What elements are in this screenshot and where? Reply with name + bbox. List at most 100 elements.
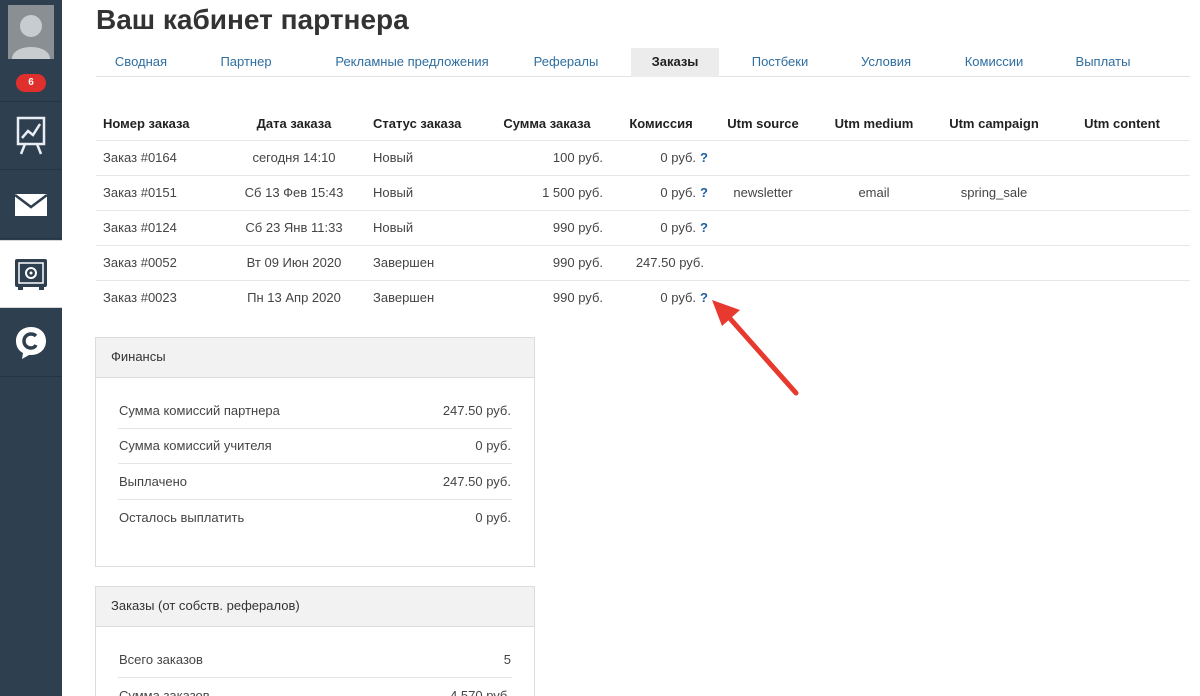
utm-campaign [934,210,1054,246]
tab-orders[interactable]: Заказы [631,48,719,77]
finance-row: Выплачено 247.50 руб. [118,464,512,500]
help-icon[interactable]: ? [700,220,708,235]
table-row: Заказ #0164 сегодня 14:10 Новый 100 руб.… [96,140,1190,176]
commission-value: 0 руб. [660,150,697,165]
order-sum: 990 руб. [484,210,610,246]
order-date: Пн 13 Апр 2020 [247,290,341,306]
order-status: Завершен [366,245,484,281]
order-sum: 990 руб. [552,290,603,306]
table-row: Заказ #0124 Сб 23 Янв 11:33 Новый 990 ру… [96,210,1190,246]
orders-table: Номер заказа Дата заказа Статус заказа С… [96,108,1190,315]
utm-content [1054,245,1190,281]
order-number: Заказ #0164 [96,140,222,176]
utm-content [1054,210,1190,246]
column-header: Utm source [712,108,814,141]
table-row: Заказ #0023 Пн 13 Апр 2020 Завершен 990 … [96,280,1190,315]
commission-value: 0 руб. [660,220,697,235]
sidebar-item-partner[interactable] [0,240,62,308]
annotation-arrow-icon [712,300,799,396]
avatar[interactable] [0,0,62,64]
finance-panel: Финансы Сумма комиссий партнера 247.50 р… [95,337,535,567]
utm-source [712,140,814,176]
row-value: 4 570 руб. [450,687,511,696]
safe-icon [15,259,47,290]
utm-medium [814,140,934,176]
table-header-row: Номер заказа Дата заказа Статус заказа С… [96,108,1190,141]
tab-offers[interactable]: Рекламные предложения [312,48,512,77]
order-commission: 0 руб.? [610,280,712,315]
help-icon[interactable]: ? [700,150,708,165]
notification-badge: 6 [16,73,46,92]
order-date: Вт 09 Июн 2020 [222,245,366,281]
commission-value: 0 руб. [660,290,697,306]
column-header: Номер заказа [96,108,222,141]
referral-row: Сумма заказов 4 570 руб. [118,678,512,696]
order-status: Новый [366,140,484,176]
order-number: Заказ #0151 [96,175,222,211]
referral-orders-panel: Заказы (от собств. рефералов) Всего зака… [95,586,535,696]
mail-icon [14,193,48,216]
table-row: Заказ #0052 Вт 09 Июн 2020 Завершен 990 … [96,245,1190,281]
tab-referrals[interactable]: Рефералы [521,48,611,77]
row-label: Всего заказов [119,651,203,667]
panel-title: Финансы [96,338,534,378]
order-status: Новый [366,175,484,211]
order-sum: 100 руб. [484,140,610,176]
column-header: Комиссия [610,108,712,141]
column-header: Дата заказа [222,108,366,141]
row-value: 247.50 руб. [442,402,511,418]
utm-content [1054,280,1190,315]
chart-board-icon [16,116,46,154]
utm-medium [814,210,934,246]
sidebar-item-chat[interactable] [0,309,62,377]
order-commission: 0 руб.? [610,210,712,246]
tab-conditions[interactable]: Условия [848,48,924,77]
utm-source [712,245,814,281]
order-sum: 990 руб. [484,245,610,281]
row-label: Сумма заказов [119,687,210,696]
order-commission: 0 руб.? [610,140,712,176]
utm-campaign: spring_sale [934,175,1054,211]
commission-value: 0 руб. [660,185,697,200]
order-sum: 1 500 руб. [484,175,610,211]
order-status: Завершен [373,290,435,306]
column-header: Utm medium [814,108,934,141]
row-label: Выплачено [119,473,187,489]
order-number: Заказ #0052 [96,245,222,281]
sidebar-item-messages[interactable] [0,171,62,239]
order-date: сегодня 14:10 [222,140,366,176]
utm-medium: email [814,175,934,211]
row-value: 0 руб. [475,438,511,454]
sidebar: 6 [0,0,62,696]
referral-row: Всего заказов 5 [118,642,512,678]
row-value: 247.50 руб. [442,473,511,489]
column-header: Utm content [1054,108,1190,141]
sidebar-item-stats[interactable] [0,102,62,170]
chat-c-icon [16,326,46,359]
table-row: Заказ #0151 Сб 13 Фев 15:43 Новый 1 500 … [96,175,1190,211]
utm-source [712,210,814,246]
tab-summary[interactable]: Сводная [96,48,186,77]
row-label: Сумма комиссий учителя [119,438,272,454]
tab-commissions[interactable]: Комиссии [954,48,1034,77]
user-avatar-icon [8,5,54,59]
help-icon[interactable]: ? [700,185,708,200]
tab-partner[interactable]: Партнер [206,48,286,77]
utm-content [1054,140,1190,176]
notifications[interactable]: 6 [0,64,62,102]
utm-campaign [934,280,1054,315]
panel-title: Заказы (от собств. рефералов) [96,587,534,627]
order-commission: 247.50 руб. [610,245,712,281]
row-label: Сумма комиссий партнера [119,402,280,418]
row-value: 5 [503,651,511,667]
column-header: Utm campaign [934,108,1054,141]
order-status: Новый [366,210,484,246]
tab-payouts[interactable]: Выплаты [1066,48,1140,77]
order-date: Сб 23 Янв 11:33 [222,210,366,246]
utm-campaign [934,245,1054,281]
commission-value: 247.50 руб. [635,255,704,270]
tab-postbacks[interactable]: Постбеки [736,48,824,77]
order-number: Заказ #0023 [103,290,177,306]
column-header: Сумма заказа [484,108,610,141]
finance-row: Сумма комиссий партнера 247.50 руб. [118,393,512,429]
